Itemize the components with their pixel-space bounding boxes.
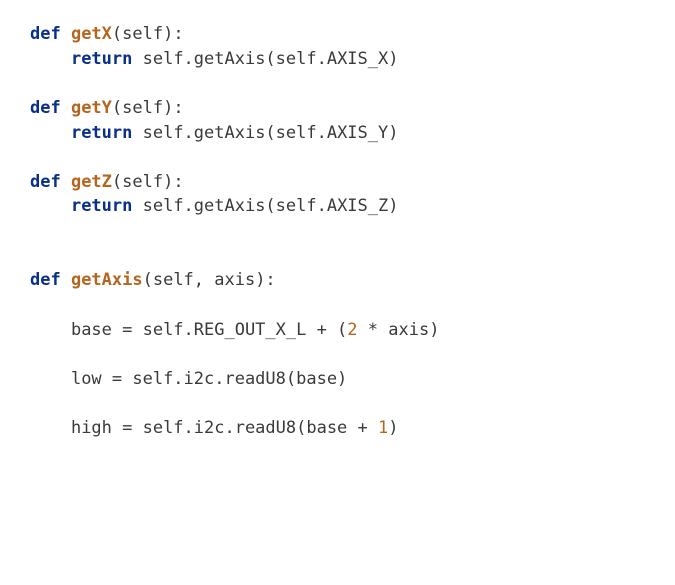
code-token-fn: getZ — [71, 172, 112, 192]
code-token-kw: def — [30, 98, 71, 118]
code-line — [30, 244, 675, 269]
code-token-kw: def — [30, 270, 71, 290]
code-token-pl: (self): — [112, 24, 184, 44]
code-token-fn: getX — [71, 24, 112, 44]
code-line — [30, 342, 675, 367]
code-line: def getAxis(self, axis): — [30, 268, 675, 293]
code-token-fn: getY — [71, 98, 112, 118]
code-token-pl: self.getAxis(self.AXIS_X) — [132, 49, 398, 69]
code-token-kw: return — [71, 196, 132, 216]
code-token-pl: * axis) — [358, 320, 440, 340]
code-line: return self.getAxis(self.AXIS_Z) — [30, 194, 675, 219]
code-token-pl: base = self.REG_OUT_X_L + ( — [71, 320, 347, 340]
code-line — [30, 145, 675, 170]
code-line: def getZ(self): — [30, 170, 675, 195]
code-token-kw: def — [30, 24, 71, 44]
code-token-kw: return — [71, 123, 132, 143]
code-line — [30, 71, 675, 96]
code-token-kw: return — [71, 49, 132, 69]
code-token-pl: self.getAxis(self.AXIS_Y) — [132, 123, 398, 143]
code-line: high = self.i2c.readU8(base + 1) — [30, 416, 675, 441]
code-token-pl: high = self.i2c.readU8(base + — [71, 418, 378, 438]
code-block: def getX(self): return self.getAxis(self… — [30, 22, 675, 441]
code-line: return self.getAxis(self.AXIS_Y) — [30, 121, 675, 146]
code-line: def getX(self): — [30, 22, 675, 47]
code-token-num: 1 — [378, 418, 388, 438]
code-token-pl: ) — [388, 418, 398, 438]
code-token-fn: getAxis — [71, 270, 143, 290]
code-line — [30, 219, 675, 244]
code-token-kw: def — [30, 172, 71, 192]
code-token-pl: (self): — [112, 172, 184, 192]
code-token-num: 2 — [347, 320, 357, 340]
code-token-pl: low = self.i2c.readU8(base) — [71, 369, 347, 389]
code-token-pl: (self, axis): — [143, 270, 276, 290]
code-line: def getY(self): — [30, 96, 675, 121]
code-line — [30, 293, 675, 318]
code-token-pl: self.getAxis(self.AXIS_Z) — [132, 196, 398, 216]
code-line: low = self.i2c.readU8(base) — [30, 367, 675, 392]
code-line — [30, 392, 675, 417]
code-token-pl: (self): — [112, 98, 184, 118]
code-line: return self.getAxis(self.AXIS_X) — [30, 47, 675, 72]
code-line: base = self.REG_OUT_X_L + (2 * axis) — [30, 318, 675, 343]
